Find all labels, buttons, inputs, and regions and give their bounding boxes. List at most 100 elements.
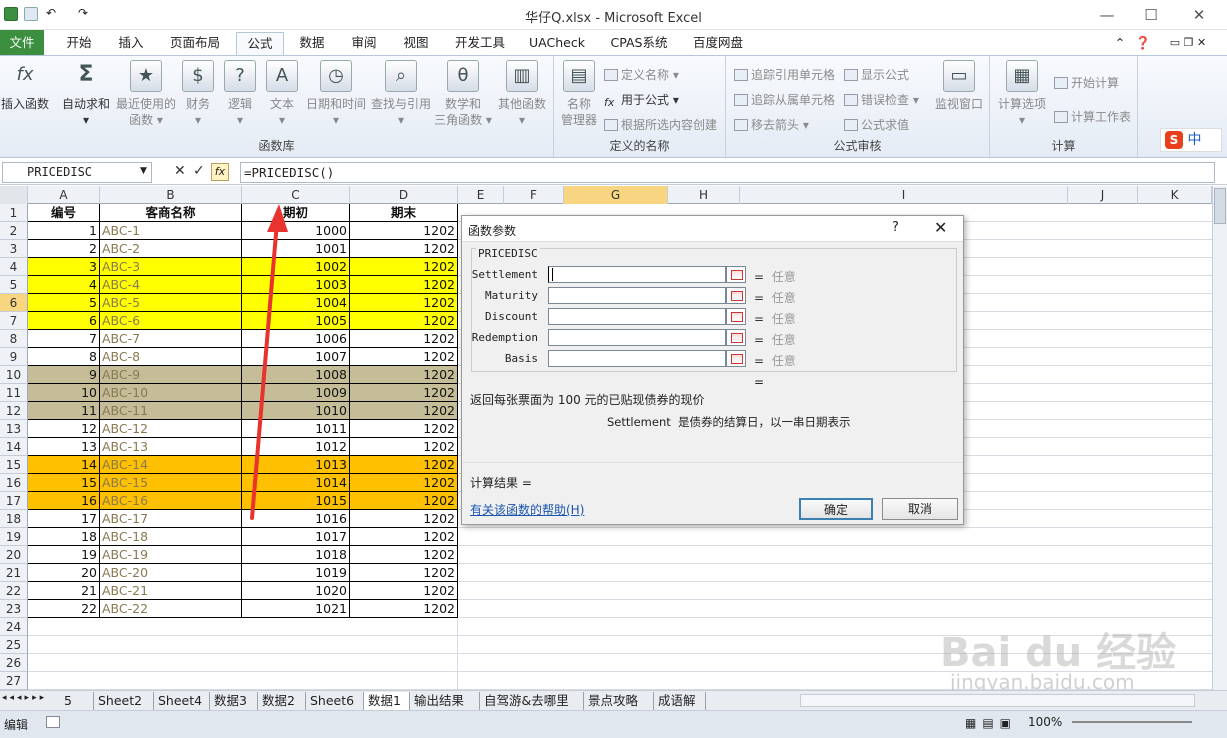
data-cell-a[interactable]: 19	[28, 546, 100, 564]
data-cell-a[interactable]: 13	[28, 438, 100, 456]
data-cell-d[interactable]: 1202	[350, 600, 458, 618]
sheet-tab[interactable]: 数据2	[258, 692, 306, 710]
row-header[interactable]: 1	[0, 204, 28, 222]
insert-function-button[interactable]: fx 插入函数	[0, 60, 50, 112]
empty-row-cells[interactable]	[458, 582, 1212, 600]
error-checking-button[interactable]: 错误检查 ▾	[844, 91, 919, 108]
row-header[interactable]: 3	[0, 240, 28, 258]
data-cell-d[interactable]: 1202	[350, 240, 458, 258]
data-cell-a[interactable]: 4	[28, 276, 100, 294]
data-cell-c[interactable]: 1018	[242, 546, 350, 564]
row-header[interactable]: 26	[0, 654, 28, 672]
data-cell-d[interactable]: 1202	[350, 510, 458, 528]
close-window-button[interactable]: ✕	[1185, 4, 1213, 26]
dialog-close-icon[interactable]: ✕	[934, 218, 947, 237]
zoom-level[interactable]: 100%	[1028, 715, 1062, 729]
col-header-i[interactable]: I	[740, 186, 1068, 204]
calculation-options-button[interactable]: ▦ 计算选项 ▾	[994, 60, 1050, 128]
row-header[interactable]: 6	[0, 294, 28, 312]
data-cell-b[interactable]: ABC-1	[100, 222, 242, 240]
row-header[interactable]: 10	[0, 366, 28, 384]
data-cell-d[interactable]: 1202	[350, 276, 458, 294]
data-cell-d[interactable]: 1202	[350, 420, 458, 438]
name-box-dropdown-icon[interactable]: ▼	[140, 166, 147, 176]
data-cell-b[interactable]: ABC-15	[100, 474, 242, 492]
row-header[interactable]: 21	[0, 564, 28, 582]
recent-functions-button[interactable]: ★ 最近使用的 函数 ▾	[114, 60, 178, 128]
row-header[interactable]: 11	[0, 384, 28, 402]
select-all-corner[interactable]	[0, 186, 28, 204]
data-cell-a[interactable]: 20	[28, 564, 100, 582]
data-cell-b[interactable]: ABC-16	[100, 492, 242, 510]
row-header[interactable]: 19	[0, 528, 28, 546]
dialog-help-icon[interactable]: ?	[892, 220, 899, 235]
watch-window-button[interactable]: ▭ 监视窗口	[932, 60, 986, 112]
lookup-button[interactable]: ⌕ 查找与引用 ▾	[370, 60, 432, 128]
data-cell-a[interactable]: 15	[28, 474, 100, 492]
data-cell-b[interactable]: ABC-18	[100, 528, 242, 546]
data-cell-b[interactable]: ABC-17	[100, 510, 242, 528]
data-cell-a[interactable]: 1	[28, 222, 100, 240]
horizontal-scrollbar[interactable]	[800, 694, 1195, 707]
collapse-dialog-icon[interactable]	[726, 287, 746, 304]
data-cell-c[interactable]: 1021	[242, 600, 350, 618]
tab-cpas[interactable]: CPAS系统	[604, 32, 674, 56]
math-trig-button[interactable]: θ 数学和 三角函数 ▾	[434, 60, 492, 128]
empty-row-cells[interactable]	[28, 654, 458, 672]
show-formulas-button[interactable]: 显示公式	[844, 66, 909, 83]
data-cell-a[interactable]: 10	[28, 384, 100, 402]
define-name-button[interactable]: 定义名称 ▾	[604, 66, 679, 83]
row-header[interactable]: 13	[0, 420, 28, 438]
col-header-e[interactable]: E	[458, 186, 504, 204]
name-box[interactable]: PRICEDISC	[2, 162, 152, 183]
header-cell-b[interactable]: 客商名称	[100, 204, 242, 222]
data-cell-d[interactable]: 1202	[350, 546, 458, 564]
empty-row-cells[interactable]	[28, 618, 458, 636]
sheet-tab[interactable]: 输出结果	[410, 692, 480, 710]
param-input-settlement[interactable]	[548, 266, 726, 283]
tab-data[interactable]: 数据	[292, 32, 332, 56]
ime-toolbar[interactable]: S 中	[1160, 128, 1222, 152]
row-header[interactable]: 20	[0, 546, 28, 564]
data-cell-d[interactable]: 1202	[350, 384, 458, 402]
data-cell-b[interactable]: ABC-14	[100, 456, 242, 474]
data-cell-b[interactable]: ABC-13	[100, 438, 242, 456]
header-cell-d[interactable]: 期末	[350, 204, 458, 222]
col-header-f[interactable]: F	[504, 186, 564, 204]
data-cell-b[interactable]: ABC-2	[100, 240, 242, 258]
data-cell-d[interactable]: 1202	[350, 258, 458, 276]
row-header[interactable]: 12	[0, 402, 28, 420]
tab-page-layout[interactable]: 页面布局	[162, 32, 228, 56]
data-cell-b[interactable]: ABC-4	[100, 276, 242, 294]
data-cell-d[interactable]: 1202	[350, 312, 458, 330]
data-cell-b[interactable]: ABC-3	[100, 258, 242, 276]
data-cell-b[interactable]: ABC-21	[100, 582, 242, 600]
empty-row-cells[interactable]	[28, 672, 458, 690]
data-cell-b[interactable]: ABC-7	[100, 330, 242, 348]
col-header-k[interactable]: K	[1138, 186, 1212, 204]
collapse-dialog-icon[interactable]	[726, 308, 746, 325]
sheet-tab[interactable]: 数据1	[364, 692, 410, 710]
sheet-tab[interactable]: Sheet2	[94, 692, 154, 710]
data-cell-d[interactable]: 1202	[350, 294, 458, 312]
data-cell-b[interactable]: ABC-22	[100, 600, 242, 618]
col-header-a[interactable]: A	[28, 186, 100, 204]
data-cell-b[interactable]: ABC-11	[100, 402, 242, 420]
data-cell-b[interactable]: ABC-5	[100, 294, 242, 312]
vertical-scrollbar[interactable]	[1212, 186, 1227, 690]
sheet-tab[interactable]: 自驾游&去哪里	[480, 692, 584, 710]
tab-uacheck[interactable]: UACheck	[524, 32, 590, 56]
sheet-tab[interactable]: 5	[60, 692, 94, 710]
data-cell-d[interactable]: 1202	[350, 366, 458, 384]
data-cell-d[interactable]: 1202	[350, 528, 458, 546]
zoom-slider[interactable]	[1072, 721, 1192, 723]
tab-file[interactable]: 文件	[0, 30, 44, 56]
tab-home[interactable]: 开始	[58, 32, 100, 56]
use-in-formula-button[interactable]: fx 用于公式 ▾	[604, 91, 679, 109]
col-header-h[interactable]: H	[668, 186, 740, 204]
datetime-button[interactable]: ◷ 日期和时间 ▾	[304, 60, 368, 128]
data-cell-b[interactable]: ABC-19	[100, 546, 242, 564]
collapse-dialog-icon[interactable]	[726, 350, 746, 367]
tab-baidu-pan[interactable]: 百度网盘	[686, 32, 750, 56]
row-header[interactable]: 14	[0, 438, 28, 456]
